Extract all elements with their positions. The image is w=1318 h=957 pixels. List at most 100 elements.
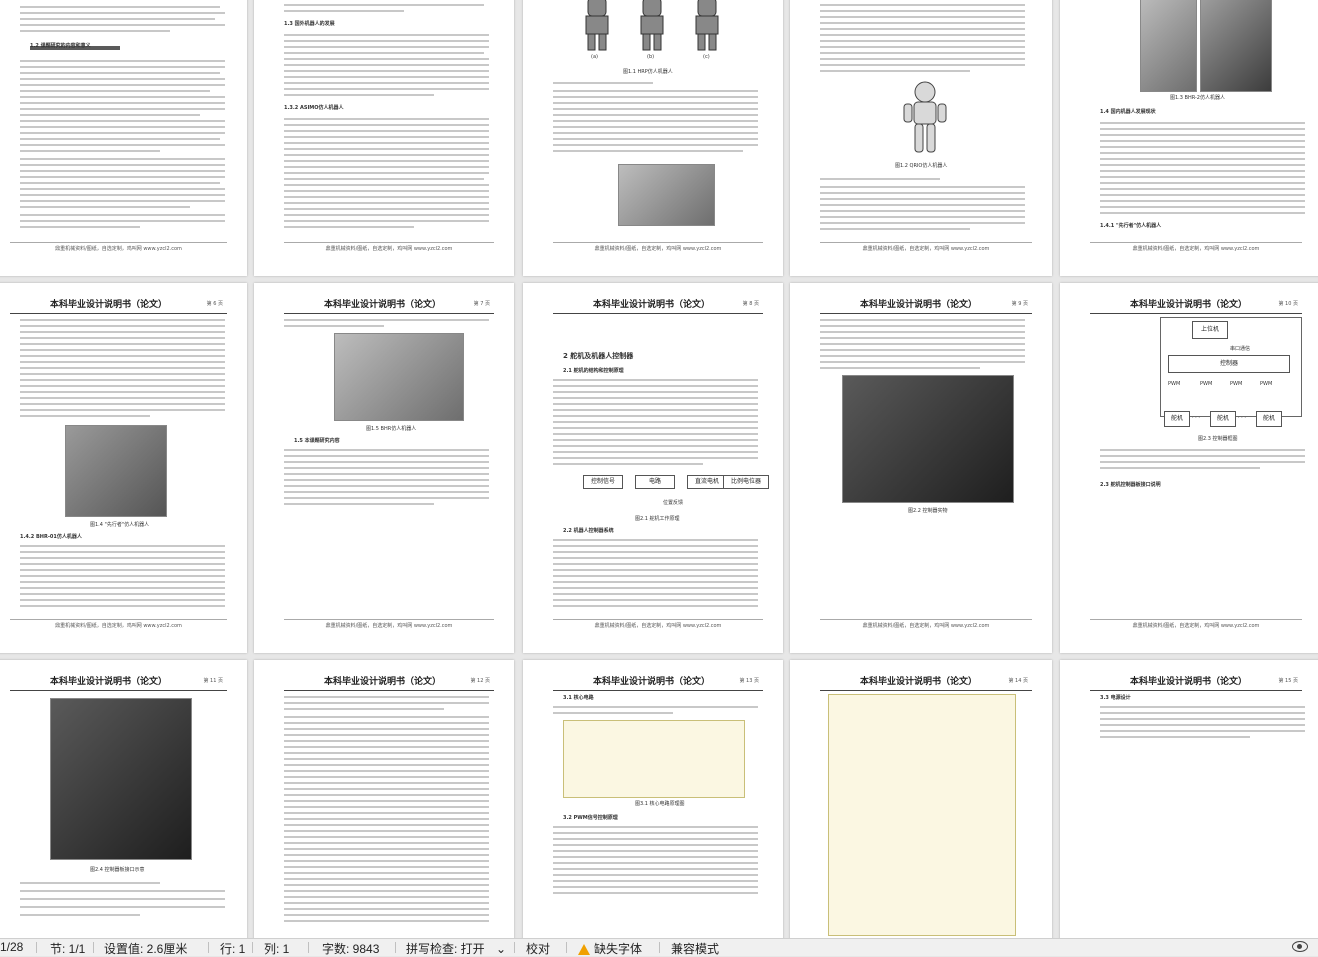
qrio-robot-image: [903, 81, 947, 153]
page-header: 本科毕业设计说明书（论文）第 11 页: [10, 674, 227, 691]
hrp-robot-images: [585, 0, 719, 51]
spell-check-toggle[interactable]: 拼写检查: 打开 ⌄: [406, 940, 506, 957]
status-row[interactable]: 行: 1: [220, 940, 245, 957]
document-page-8[interactable]: 本科毕业设计说明书（论文）第 8 页 2 舵机及机器人控制器 2.1 舵机的结构…: [523, 283, 783, 653]
missing-font-label: 缺失字体: [594, 942, 643, 956]
status-section[interactable]: 节: 1/1: [50, 940, 85, 957]
controller-board-photo: [842, 375, 1014, 503]
document-thumbnail-view[interactable]: 1.2 课题研究的内容和意义 鼎重机械资料/图纸，自选定制，鸡叫网 www.yz…: [0, 0, 1318, 938]
page-footer: 鼎重机械资料/图纸，自选定制，鸡叫网 www.yzcl2.com: [10, 619, 227, 629]
page-footer: 鼎重机械资料/图纸，自选定制，鸡叫网 www.yzcl2.com: [820, 242, 1032, 252]
status-word-count[interactable]: 字数: 9843: [322, 940, 379, 957]
page-header: 本科毕业设计说明书（论文）第 15 页: [1090, 674, 1302, 691]
document-page-13[interactable]: 本科毕业设计说明书（论文）第 13 页 3.1 核心电路 图3.1 核心电路原理…: [523, 660, 783, 938]
subfigure-label-a: (a): [591, 54, 598, 60]
section-heading: 2.2 机器人控制器系统: [563, 528, 614, 534]
section-heading: 1.4 国内机器人发展现状: [1100, 109, 1156, 115]
page-header: 本科毕业设计说明书（论文）第 10 页: [1090, 297, 1302, 314]
diagram-dots: · · ·: [1192, 415, 1200, 421]
proofread-button[interactable]: 校对: [526, 940, 550, 957]
page-header: 本科毕业设计说明书（论文）第 6 页: [10, 297, 227, 314]
figure-caption: 图2.2 控制器实物: [908, 508, 948, 514]
section-heading: 2.1 舵机的结构和控制原理: [563, 368, 624, 374]
section-heading: 1.3.2 ASIMO仿人机器人: [284, 105, 344, 111]
status-page[interactable]: 1/28: [0, 940, 23, 954]
figure-caption: 图3.1 核心电路原理图: [635, 801, 685, 807]
page-header: 本科毕业设计说明书（论文）第 12 页: [284, 674, 494, 691]
diagram-controller-box: 控制器: [1168, 355, 1290, 373]
page-header: 本科毕业设计说明书（论文）第 7 页: [284, 297, 494, 314]
robot-photo: [1200, 0, 1272, 92]
figure-caption: 图1.5 BHR仿人机器人: [366, 426, 417, 432]
diagram-link-label: 串口通信: [1230, 346, 1251, 352]
subfigure-label-c: (c): [703, 54, 710, 60]
section-heading: 2 舵机及机器人控制器: [563, 352, 634, 360]
document-page-12[interactable]: 本科毕业设计说明书（论文）第 12 页: [254, 660, 514, 938]
servo-box-1: 舵机: [1164, 411, 1190, 427]
subfigure-label-b: (b): [647, 54, 655, 60]
section-heading: 1.4.2 BHR-01仿人机器人: [20, 534, 82, 540]
page-header: 本科毕业设计说明书（论文）第 14 页: [820, 674, 1032, 691]
document-page-7[interactable]: 本科毕业设计说明书（论文）第 7 页 图1.5 BHR仿人机器人 1.5 本课题…: [254, 283, 514, 653]
page-header: 本科毕业设计说明书（论文）第 8 页: [553, 297, 763, 314]
section-heading: 1.2 课题研究的内容和意义: [30, 43, 91, 49]
status-setting-value[interactable]: 设置值: 2.6厘米: [104, 940, 187, 957]
block-circuit: 电路: [635, 475, 675, 489]
document-page-2[interactable]: 1.3 国外机器人的发展 1.3.2 ASIMO仿人机器人 鼎重机械资料/图纸，: [254, 0, 514, 276]
document-page-15[interactable]: 本科毕业设计说明书（论文）第 15 页 3.3 电源设计: [1060, 660, 1318, 938]
document-page-1[interactable]: 1.2 课题研究的内容和意义 鼎重机械资料/图纸，自选定制，鸡叫网 www.yz…: [0, 0, 247, 276]
servo-driver-schematic: [828, 694, 1016, 936]
block-feedback-label: 位置反馈: [663, 500, 684, 506]
page-header: 本科毕业设计说明书（论文）第 13 页: [553, 674, 763, 691]
robot-photo: [334, 333, 464, 421]
block-dc-motor: 直流电机: [687, 475, 727, 489]
pwm-label-3: PWM: [1230, 381, 1243, 387]
reading-view-icon[interactable]: [1292, 941, 1308, 952]
spell-check-label: 拼写检查: 打开: [406, 942, 485, 956]
document-page-4[interactable]: 图1.2 QRIO仿人机器人 鼎重机械资料/图纸，自选定制，鸡叫网 www.yz…: [790, 0, 1052, 276]
section-heading: 3.2 PWM信号控制原理: [563, 815, 618, 821]
servo-box-3: 舵机: [1256, 411, 1282, 427]
section-heading: 3.3 电源设计: [1100, 695, 1131, 701]
page-footer: 鼎重机械资料/图纸，自选定制，鸡叫网 www.yzcl2.com: [553, 619, 763, 629]
page-header: 本科毕业设计说明书（论文）第 9 页: [820, 297, 1032, 314]
chevron-down-icon: ⌄: [496, 942, 507, 956]
block-potentiometer: 比例电位器: [723, 475, 769, 489]
robot-photo: [65, 425, 167, 517]
pwm-label-4: PWM: [1260, 381, 1273, 387]
figure-caption: 图2.4 控制器板接口示意: [90, 867, 145, 873]
page-footer: 鼎重机械资料/图纸，自选定制，鸡叫网 www.yzcl2.com: [553, 242, 763, 252]
figure-caption: 图1.2 QRIO仿人机器人: [895, 163, 948, 169]
robot-photo: [1140, 0, 1197, 92]
status-column[interactable]: 列: 1: [264, 940, 289, 957]
document-page-6[interactable]: 本科毕业设计说明书（论文）第 6 页 图1.4 "先行者"仿人机器人 1.4.2…: [0, 283, 247, 653]
document-page-9[interactable]: 本科毕业设计说明书（论文）第 9 页 图2.2 控制器实物 鼎重机械资料/图纸，…: [790, 283, 1052, 653]
missing-font-button[interactable]: 缺失字体: [578, 940, 642, 957]
pwm-label-1: PWM: [1168, 381, 1181, 387]
document-page-10[interactable]: 本科毕业设计说明书（论文）第 10 页 上位机 串口通信 控制器 PWM PWM…: [1060, 283, 1318, 653]
diagram-dots: · · ·: [1238, 415, 1246, 421]
document-page-3[interactable]: (a) (b) (c) 图1.1 HRP仿人机器人 鼎重机械资料/图纸，自选定制…: [523, 0, 783, 276]
page-footer: 鼎重机械资料/图纸，自选定制，鸡叫网 www.yzcl2.com: [284, 619, 494, 629]
section-heading: 2.3 舵机控制器板接口说明: [1100, 482, 1161, 488]
page-footer: 鼎重机械资料/图纸，自选定制，鸡叫网 www.yzcl2.com: [1090, 242, 1302, 252]
servo-box-2: 舵机: [1210, 411, 1236, 427]
pwm-label-2: PWM: [1200, 381, 1213, 387]
figure-caption: 图1.1 HRP仿人机器人: [623, 69, 673, 75]
warning-icon: [578, 944, 590, 955]
figure-caption: 图1.4 "先行者"仿人机器人: [90, 522, 150, 528]
document-page-5[interactable]: 图1.3 BHR-2仿人机器人 1.4 国内机器人发展现状 1.4.1 "先行者…: [1060, 0, 1318, 276]
document-page-11[interactable]: 本科毕业设计说明书（论文）第 11 页 图2.4 控制器板接口示意: [0, 660, 247, 938]
figure-caption: 图2.1 舵机工作原理: [635, 516, 680, 522]
page-footer: 鼎重机械资料/图纸，自选定制，鸡叫网 www.yzcl2.com: [1090, 619, 1302, 629]
figure-caption: 图2.3 控制器框图: [1198, 436, 1238, 442]
section-heading: 1.4.1 "先行者"仿人机器人: [1100, 223, 1162, 229]
section-heading: 1.3 国外机器人的发展: [284, 21, 335, 27]
core-circuit-schematic: [563, 720, 745, 798]
status-bar: 1/28 节: 1/1 设置值: 2.6厘米 行: 1 列: 1 字数: 984…: [0, 938, 1318, 956]
page-footer: 鼎重机械资料/图纸，自选定制，鸡叫网 www.yzcl2.com: [10, 242, 227, 252]
page-footer: 鼎重机械资料/图纸，自选定制，鸡叫网 www.yzcl2.com: [284, 242, 494, 252]
figure-caption: 图1.3 BHR-2仿人机器人: [1170, 95, 1225, 101]
document-page-14[interactable]: 本科毕业设计说明书（论文）第 14 页: [790, 660, 1052, 938]
controller-board-annotated-photo: [50, 698, 192, 860]
